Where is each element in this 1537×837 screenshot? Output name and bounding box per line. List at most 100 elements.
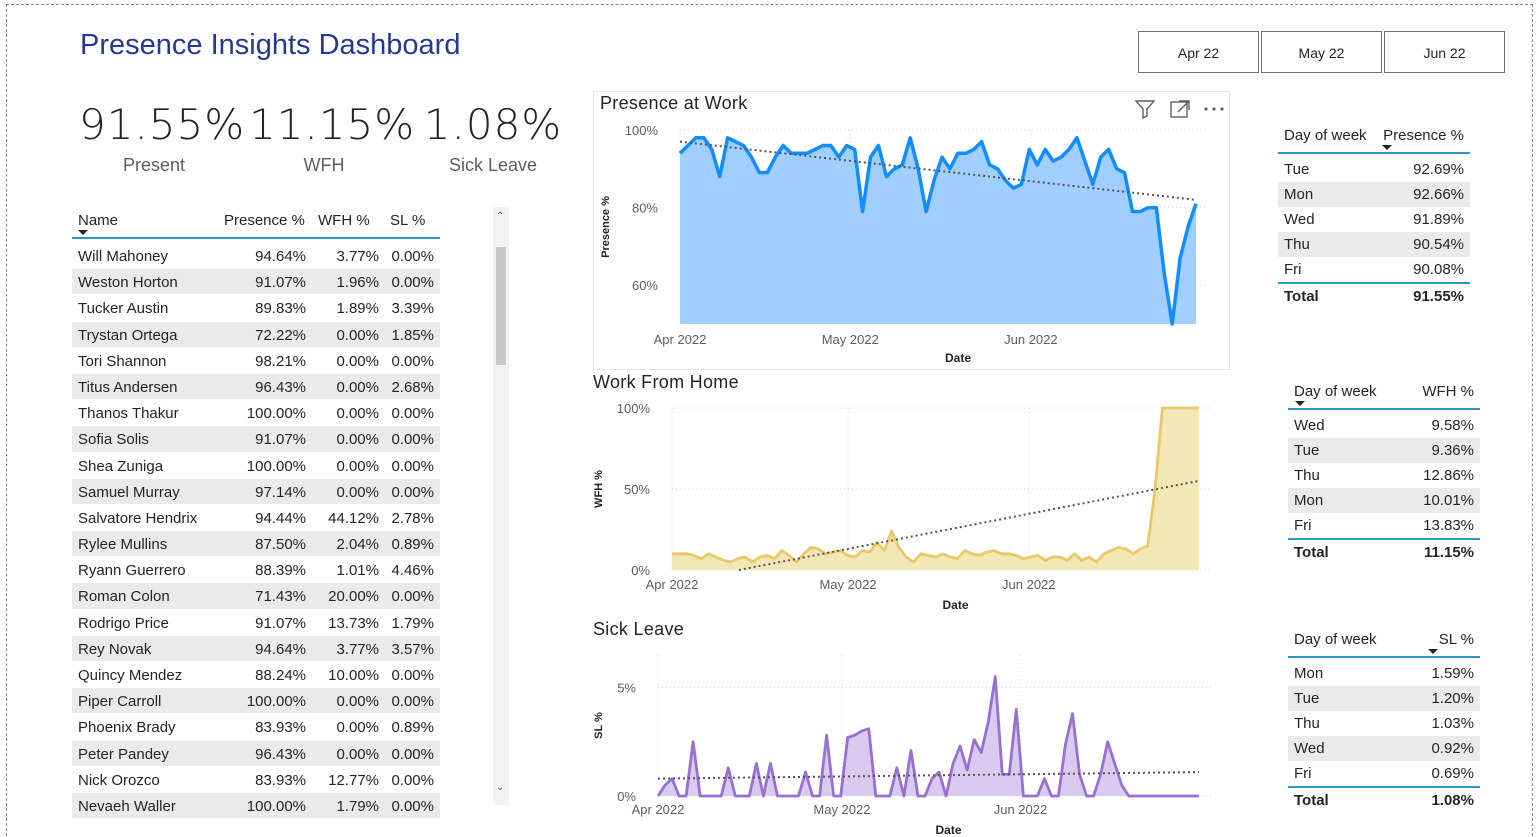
table-row[interactable]: Phoenix Brady 83.93% 0.00% 0.89% [72,714,440,741]
more-options-icon[interactable] [1204,107,1224,111]
day-table-total-row: Total 1.08% [1288,786,1480,811]
table-row[interactable]: Nick Orozco 83.93% 12.77% 0.00% [72,767,440,793]
day-table-header: Day of week Presence % [1278,122,1470,154]
table-row[interactable]: Piper Carroll 100.00% 0.00% 0.00% [72,688,440,715]
table-row[interactable]: Weston Horton 91.07% 1.96% 0.00% [72,269,440,296]
chevron-up-icon[interactable]: ⌃ [496,211,504,222]
cell-presence: 94.64% [255,248,306,265]
column-header-day[interactable]: Day of week [1294,383,1377,400]
table-row[interactable]: Tori Shannon 98.21% 0.00% 0.00% [72,348,440,374]
table-row[interactable]: Peter Pandey 96.43% 0.00% 0.00% [72,740,440,767]
kpi-wfh-value: 11.15% [249,100,416,149]
table-row[interactable]: Titus Andersen 96.43% 0.00% 2.68% [72,373,440,401]
cell-presence: 94.44% [255,509,306,527]
kpi-wfh: 11.15% WFH [249,100,416,176]
cell-name: Rodrigo Price [78,614,169,632]
table-row[interactable]: Samuel Murray 97.14% 0.00% 0.00% [72,478,440,505]
day-table-row[interactable]: Mon 1.59% [1288,661,1480,686]
day-table-row[interactable]: Thu 12.86% [1288,463,1480,488]
table-row[interactable]: Quincy Mendez 88.24% 10.00% 0.00% [72,662,440,689]
cell-day: Fri [1294,517,1312,534]
column-header-sl[interactable]: SL % [390,212,425,229]
cell-name: Tori Shannon [78,352,167,370]
column-header-metric[interactable]: Presence % [1383,127,1464,144]
scrollbar-thumb[interactable] [496,247,506,365]
wfh-chart[interactable]: 0% 50% 100% Apr 2022 May 2022 Jun 2022 Date WFH… [588,398,1228,616]
column-header-wfh[interactable]: WFH % [318,212,370,229]
cell-value: 90.54% [1413,236,1464,253]
y-tick-label: 80% [632,201,658,216]
y-axis-title: Presence % [600,196,612,258]
day-table-row[interactable]: Fri 13.83% [1288,513,1480,538]
cell-presence: 88.39% [255,562,306,580]
column-header-name[interactable]: Name [78,212,118,229]
column-header-metric[interactable]: SL % [1439,631,1474,648]
table-row[interactable]: Thanos Thakur 100.00% 0.00% 0.00% [72,400,440,427]
table-row[interactable]: Tucker Austin 89.83% 1.89% 3.39% [72,295,440,322]
cell-name: Will Mahoney [78,248,169,265]
cell-wfh: 0.00% [336,457,379,475]
presence-chart[interactable]: 60% 80% 100% Apr 2022 May 2022 Jun 2022 Date Pr… [593,118,1230,370]
cell-sl: 0.89% [391,536,434,554]
total-label: Total [1294,792,1329,809]
day-table-row[interactable]: Wed 9.58% [1288,413,1480,438]
cell-sl: 0.89% [391,719,434,737]
cell-name: Peter Pandey [78,745,169,763]
day-table-row[interactable]: Tue 92.69% [1278,157,1470,182]
table-row[interactable]: Rodrigo Price 91.07% 13.73% 1.79% [72,610,440,636]
employee-table-scrollbar[interactable]: ⌃ ⌄ [493,207,509,805]
cell-sl: 3.39% [391,300,434,318]
table-row[interactable]: Shea Zuniga 100.00% 0.00% 0.00% [72,453,440,479]
table-row[interactable]: Salvatore Hendrix 94.44% 44.12% 2.78% [72,505,440,532]
table-row[interactable]: Ryann Guerrero 88.39% 1.01% 4.46% [72,557,440,584]
day-table-row[interactable]: Mon 10.01% [1288,488,1480,513]
column-header-day[interactable]: Day of week [1284,127,1367,144]
total-value: 91.55% [1413,288,1464,305]
day-table-row[interactable]: Tue 9.36% [1288,438,1480,463]
chevron-down-icon[interactable]: ⌄ [496,782,504,793]
day-table-total-row: Total 91.55% [1278,282,1470,307]
day-table-row[interactable]: Fri 90.08% [1278,257,1470,282]
table-row[interactable]: Trystan Ortega 72.22% 0.00% 1.85% [72,321,440,348]
day-table-row[interactable]: Fri 0.69% [1288,761,1480,786]
table-row[interactable]: Will Mahoney 94.64% 3.77% 0.00% [72,243,440,270]
table-row[interactable]: Roman Colon 71.43% 20.00% 0.00% [72,583,440,610]
cell-name: Rey Novak [78,640,152,658]
filter-icon[interactable] [1134,100,1156,120]
cell-value: 9.36% [1431,442,1474,459]
cell-value: 13.83% [1423,517,1474,534]
cell-presence: 83.93% [255,771,306,789]
day-table-row[interactable]: Tue 1.20% [1288,686,1480,711]
x-tick-label: May 2022 [822,332,879,347]
cell-sl: 0.00% [391,797,434,815]
day-table-row[interactable]: Wed 91.89% [1278,207,1470,232]
day-table-row[interactable]: Wed 0.92% [1288,736,1480,761]
cell-value: 91.89% [1413,211,1464,228]
month-slicer-may[interactable]: May 22 [1261,31,1382,73]
column-header-day[interactable]: Day of week [1294,631,1377,648]
table-row[interactable]: Rylee Mullins 87.50% 2.04% 0.89% [72,531,440,558]
sick-leave-chart[interactable]: 0%5%Apr 2022 May 2022 Jun 2022DateSL % [588,645,1228,837]
focus-mode-icon[interactable] [1170,100,1190,118]
column-header-presence[interactable]: Presence % [224,212,305,229]
y-tick-label: 100% [625,123,659,138]
column-header-metric[interactable]: WFH % [1422,383,1474,400]
cell-presence: 91.07% [255,431,306,449]
y-tick-label: 60% [632,278,658,293]
month-slicer-apr[interactable]: Apr 22 [1138,31,1259,73]
day-table-row[interactable]: Mon 92.66% [1278,182,1470,207]
day-table-row[interactable]: Thu 90.54% [1278,232,1470,257]
table-row[interactable]: Rey Novak 94.64% 3.77% 3.57% [72,635,440,662]
cell-presence: 97.14% [255,483,306,501]
y-axis-title: WFH % [593,470,605,508]
cell-presence: 96.43% [255,745,306,763]
cell-value: 1.59% [1431,665,1474,682]
cell-sl: 0.00% [391,771,434,789]
series-line[interactable] [672,406,1199,564]
month-slicer-jun[interactable]: Jun 22 [1384,31,1505,73]
day-table-row[interactable]: Thu 1.03% [1288,711,1480,736]
table-row[interactable]: Sofia Solis 91.07% 0.00% 0.00% [72,426,440,453]
y-axis-title: SL % [593,712,605,739]
x-tick-label: May 2022 [819,577,876,592]
table-row[interactable]: Nevaeh Waller 100.00% 1.79% 0.00% [72,792,440,820]
